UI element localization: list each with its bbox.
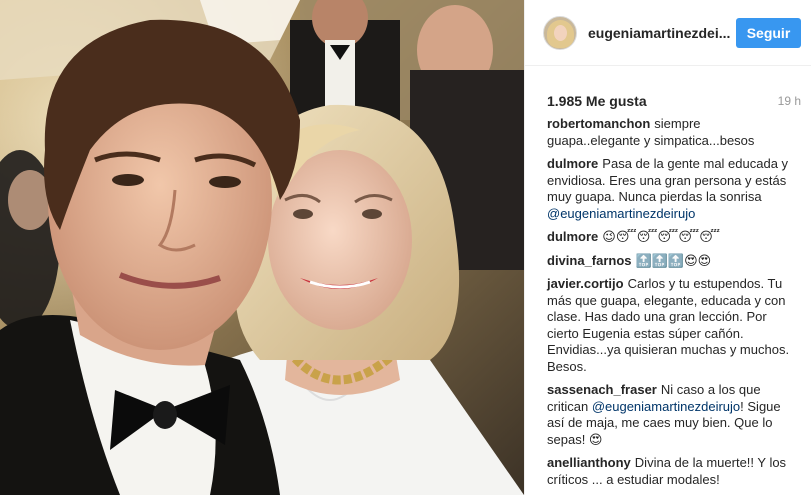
likes-count[interactable]: 1.985 Me gusta: [547, 93, 647, 109]
comment-username[interactable]: dulmore: [547, 229, 598, 244]
comment-username[interactable]: robertomanchon: [547, 116, 650, 131]
comment-item: dulmore 😉😴😴😴😴😴: [547, 229, 795, 246]
post-timestamp[interactable]: 19 h: [778, 94, 801, 108]
comment-username[interactable]: javier.cortijo: [547, 276, 624, 291]
post-header: eugeniamartinezdei... Seguir: [525, 0, 811, 66]
comment-username[interactable]: divina_farnos: [547, 253, 632, 268]
comment-username[interactable]: dulmore: [547, 156, 598, 171]
comment-item: javier.cortijo Carlos y tu estupendos. Tu…: [547, 276, 795, 375]
post-meta: 1.985 Me gusta 19 h: [525, 88, 811, 114]
post-username[interactable]: eugeniamartinezdei...: [588, 25, 736, 41]
follow-button[interactable]: Seguir: [736, 17, 801, 48]
post-photo[interactable]: [0, 0, 524, 495]
comment-item: sassenach_fraser Ni caso a los que critic…: [547, 382, 795, 448]
selfie-illustration: [0, 0, 524, 495]
comment-username[interactable]: sassenach_fraser: [547, 382, 657, 397]
profile-avatar[interactable]: [543, 15, 577, 50]
comment-mention[interactable]: @eugeniamartinezdeirujo: [547, 206, 695, 221]
comments-list: robertomanchon siempre guapa..elegante y …: [525, 114, 811, 488]
comment-text: 😉😴😴😴😴😴: [602, 229, 721, 244]
comment-mention[interactable]: @eugeniamartinezdeirujo: [592, 399, 740, 414]
post-sidebar: eugeniamartinezdei... Seguir 1.985 Me gu…: [524, 0, 811, 495]
comment-username[interactable]: anellianthony: [547, 455, 631, 470]
comment-item: anellianthony Divina de la muerte!! Y los…: [547, 455, 795, 488]
comment-text: 🔝🔝🔝😍😍: [635, 252, 712, 268]
comment-item: divina_farnos 🔝🔝🔝😍😍: [547, 253, 795, 270]
comment-item: robertomanchon siempre guapa..elegante y …: [547, 116, 795, 149]
comment-item: dulmore Pasa de la gente mal educada y en…: [547, 156, 795, 222]
